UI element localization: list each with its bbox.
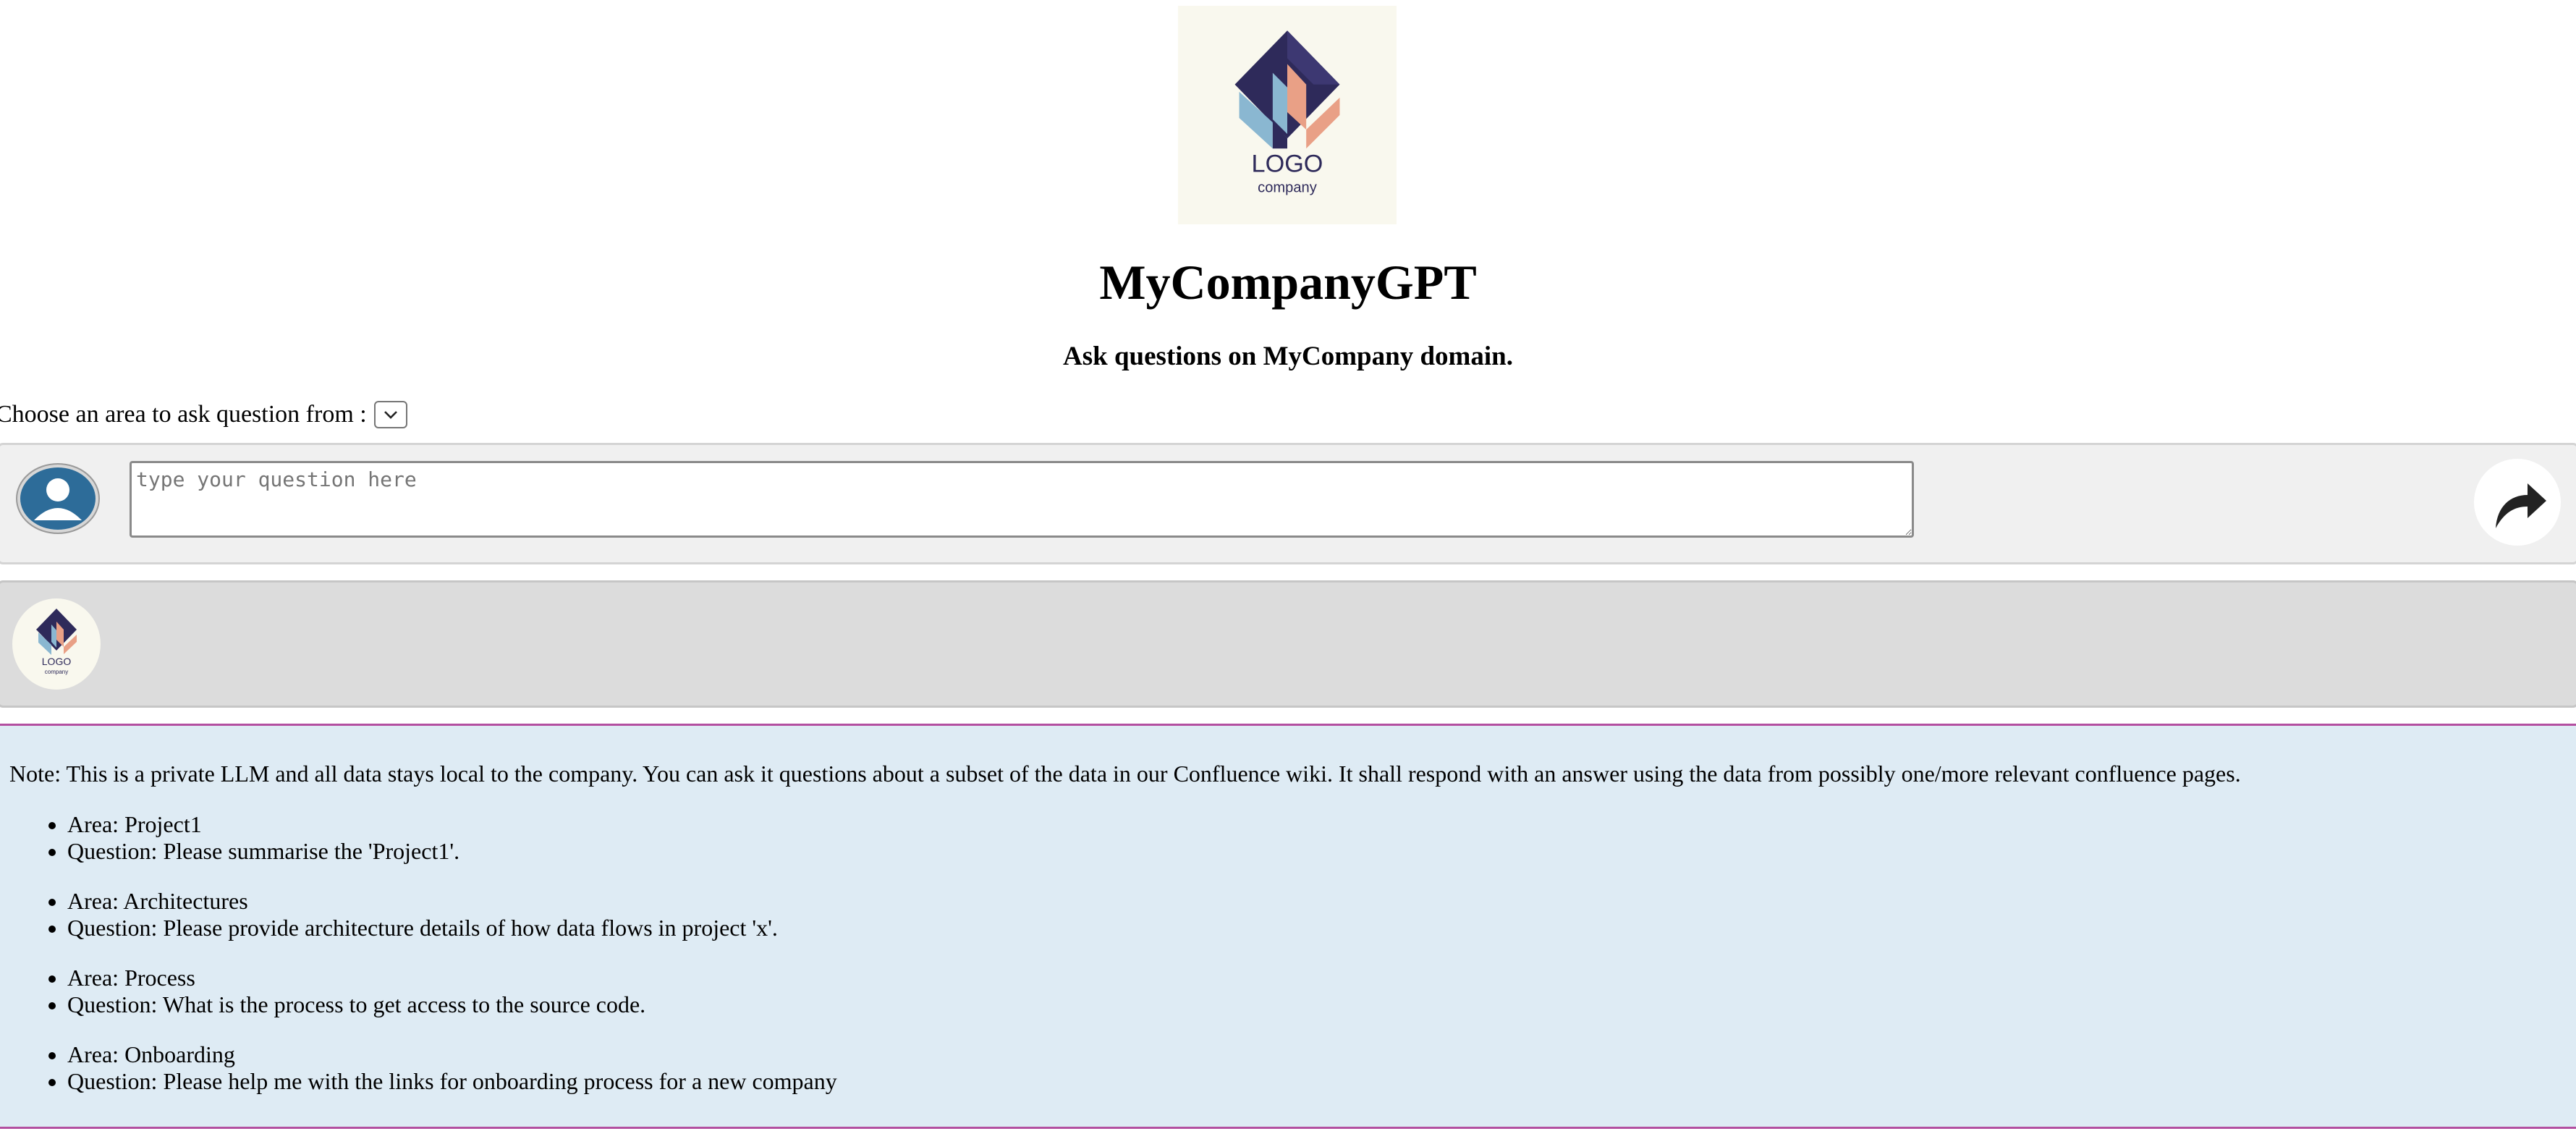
question-input[interactable]	[130, 461, 1914, 538]
example-group: Area: Process Question: What is the proc…	[0, 965, 837, 1018]
bot-logo-text: LOGO	[42, 656, 72, 667]
example-area: Area: Onboarding	[67, 1041, 837, 1068]
chevron-down-icon	[384, 411, 397, 419]
example-question: Question: Please provide architecture de…	[67, 915, 837, 941]
example-group: Area: Project1 Question: Please summaris…	[0, 811, 837, 865]
user-avatar-icon	[16, 463, 100, 534]
user-avatar	[15, 462, 101, 535]
example-group: Area: Onboarding Question: Please help m…	[0, 1041, 837, 1095]
send-button[interactable]	[2474, 459, 2561, 546]
example-question: Question: Please help me with the links …	[67, 1068, 837, 1095]
area-select-dropdown[interactable]	[373, 401, 407, 428]
company-logo-icon: LOGO company	[1234, 30, 1340, 196]
example-area: Area: Architectures	[67, 888, 837, 915]
example-group: Area: Architectures Question: Please pro…	[0, 888, 837, 941]
note-text: Note: This is a private LLM and all data…	[9, 761, 2241, 787]
answer-panel: LOGO company	[0, 580, 2576, 708]
company-logo: LOGO company	[1178, 6, 1397, 224]
example-list: Area: Project1 Question: Please summaris…	[0, 811, 837, 1118]
bot-avatar: LOGO company	[12, 598, 101, 690]
bot-logo-subtext: company	[45, 669, 68, 675]
area-selector-label: Choose an area to ask question from :	[0, 401, 367, 428]
note-panel: Note: This is a private LLM and all data…	[0, 724, 2576, 1129]
example-question: Question: What is the process to get acc…	[67, 991, 837, 1018]
question-panel	[0, 443, 2576, 564]
logo-subtext: company	[1258, 180, 1318, 196]
share-arrow-icon	[2496, 483, 2546, 528]
page-title: MyCompanyGPT	[1099, 255, 1477, 310]
example-area: Area: Process	[67, 965, 837, 991]
logo-text: LOGO	[1252, 151, 1323, 178]
example-question: Question: Please summarise the 'Project1…	[67, 838, 837, 865]
page-subtitle: Ask questions on MyCompany domain.	[1063, 342, 1513, 371]
example-area: Area: Project1	[67, 811, 837, 838]
company-logo-icon: LOGO company	[36, 609, 77, 675]
area-selector-row: Choose an area to ask question from :	[0, 397, 407, 433]
